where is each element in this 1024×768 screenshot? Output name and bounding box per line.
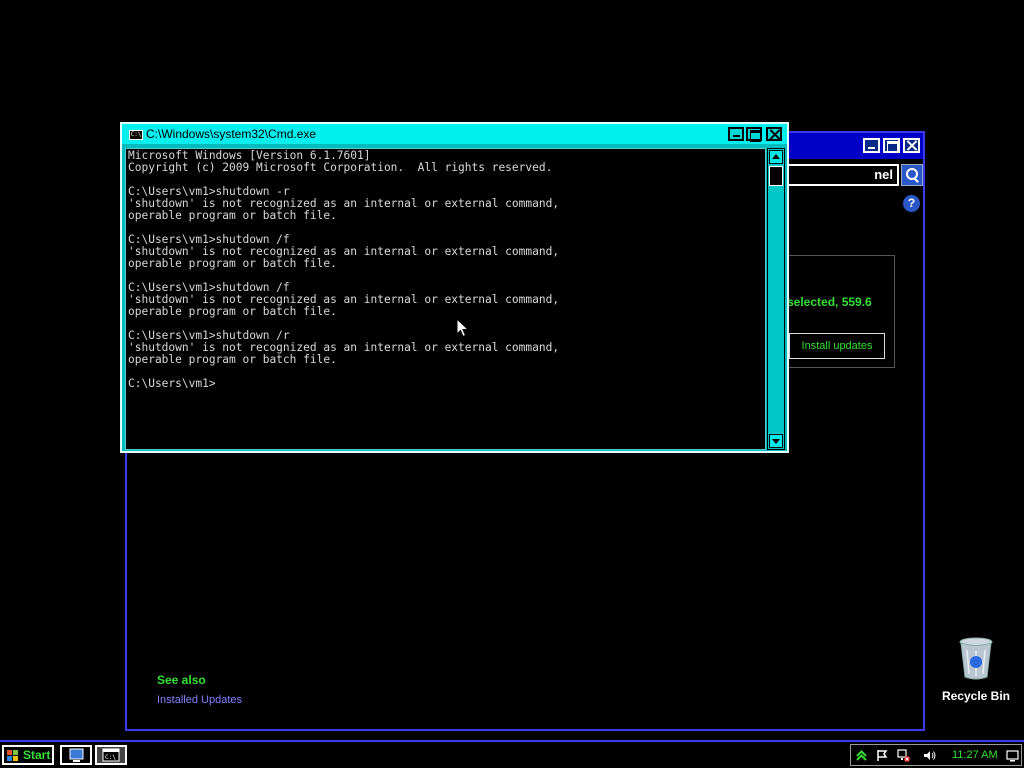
action-center-flag-icon[interactable]	[875, 749, 888, 762]
control-panel-icon	[69, 748, 84, 762]
cmd-maximize-button[interactable]	[746, 127, 762, 142]
system-tray: 11:27 AM	[850, 744, 1022, 766]
scroll-up-icon[interactable]	[769, 150, 783, 164]
help-icon[interactable]: ?	[903, 195, 920, 212]
vertical-scrollbar[interactable]	[767, 148, 785, 450]
cmd-window-title: C:\Windows\system32\Cmd.exe	[146, 127, 317, 141]
console-text: Microsoft Windows [Version 6.1.7601] Cop…	[128, 149, 560, 390]
taskbar-control-panel-button[interactable]	[60, 745, 92, 765]
recycle-bin[interactable]: Recycle Bin	[938, 636, 1014, 703]
close-button[interactable]	[903, 138, 920, 153]
show-desktop-icon[interactable]	[1006, 749, 1019, 762]
cmd-close-button[interactable]	[766, 127, 782, 141]
cmd-minimize-button[interactable]	[728, 127, 744, 141]
recycle-bin-label: Recycle Bin	[941, 689, 1011, 703]
clock[interactable]: 11:27 AM	[952, 749, 998, 761]
volume-icon[interactable]	[923, 749, 936, 762]
cmd-titlebar[interactable]: C:\ C:\Windows\system32\Cmd.exe	[122, 124, 787, 144]
network-icon[interactable]	[897, 749, 910, 762]
start-button[interactable]: Start	[2, 745, 54, 765]
taskbar-cmd-button[interactable]: C:\	[95, 745, 127, 765]
show-hidden-icons-icon[interactable]	[855, 749, 868, 762]
scroll-down-icon[interactable]	[769, 434, 783, 448]
scroll-thumb[interactable]	[769, 166, 783, 186]
search-icon[interactable]	[901, 164, 923, 186]
install-updates-button[interactable]: Install updates	[789, 333, 885, 359]
recycle-bin-icon	[959, 637, 993, 680]
see-also-heading: See also	[157, 673, 206, 687]
update-summary-text: selected, 559.6	[787, 295, 872, 309]
console-output[interactable]: Microsoft Windows [Version 6.1.7601] Cop…	[125, 148, 766, 450]
mouse-cursor-icon	[456, 318, 470, 338]
cmd-app-icon: C:\	[129, 130, 143, 140]
cmd-icon: C:\	[102, 748, 120, 762]
windows-logo-icon	[7, 750, 18, 761]
minimize-button[interactable]	[863, 138, 880, 153]
cmd-window: C:\ C:\Windows\system32\Cmd.exe Microsof…	[120, 122, 789, 453]
installed-updates-link[interactable]: Installed Updates	[157, 694, 242, 706]
svg-text:C:\: C:\	[105, 754, 116, 761]
maximize-button[interactable]	[883, 138, 900, 153]
start-label: Start	[23, 748, 51, 762]
taskbar: Start C:\ 11:27 AM	[0, 740, 1024, 768]
